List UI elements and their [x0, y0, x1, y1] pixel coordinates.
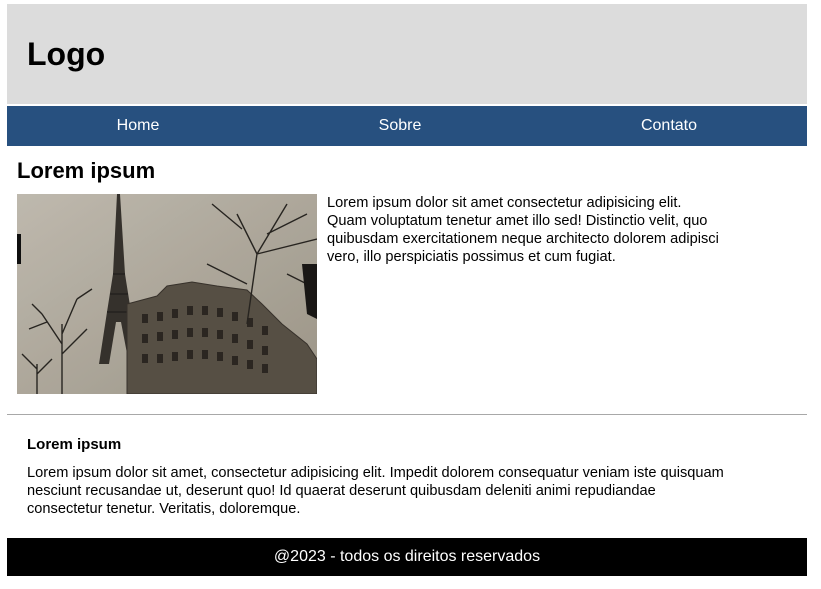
nav-link-home[interactable]: Home: [7, 106, 269, 146]
aside-title: Lorem ipsum: [27, 436, 122, 453]
site-footer: @2023 - todos os direitos reservados: [7, 538, 807, 576]
eiffel-tower-photo: [17, 194, 318, 395]
main-title: Lorem ipsum: [17, 158, 156, 183]
nav-link-contato[interactable]: Contato: [531, 106, 807, 146]
main-section: Lorem ipsum Lorem ipsum dolor sit amet c…: [7, 146, 807, 414]
site-header: Logo: [7, 4, 807, 104]
footer-text: @2023 - todos os direitos reservados: [273, 548, 541, 565]
aside-section: Lorem ipsum Lorem ipsum dolor sit amet, …: [7, 415, 807, 538]
logo[interactable]: Logo: [27, 35, 105, 73]
main-paragraph: Lorem ipsum dolor sit amet consectetur a…: [327, 195, 719, 265]
page: Logo Home Sobre Contato Lorem ipsum Lore…: [7, 4, 807, 576]
aside-paragraph: Lorem ipsum dolor sit amet, consectetur …: [27, 465, 724, 517]
nav-link-sobre[interactable]: Sobre: [269, 106, 531, 146]
main-nav: Home Sobre Contato: [7, 106, 807, 146]
